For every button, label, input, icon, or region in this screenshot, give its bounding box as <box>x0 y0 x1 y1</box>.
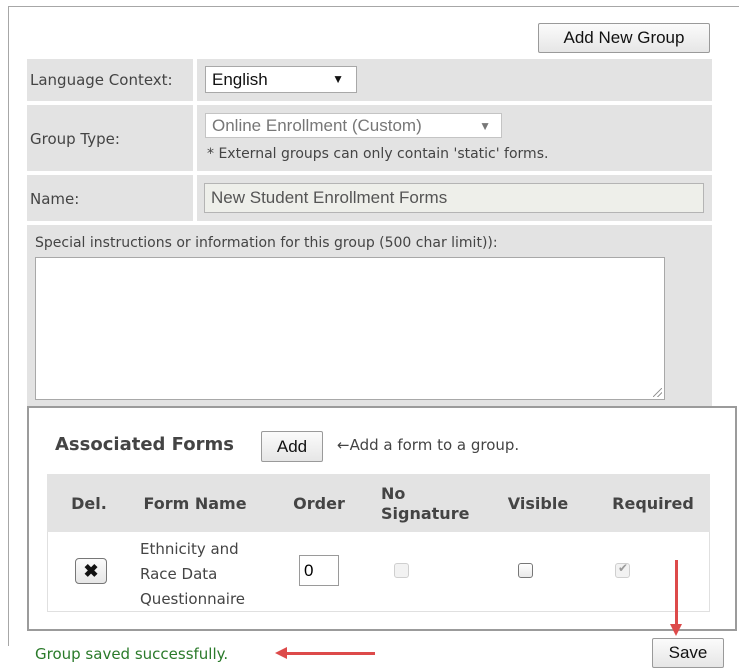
order-input[interactable] <box>299 555 339 586</box>
col-no-signature: No Signature <box>381 484 470 523</box>
visible-checkbox[interactable] <box>518 563 533 578</box>
add-form-button[interactable]: Add <box>261 431 323 462</box>
col-visible: Visible <box>507 494 569 513</box>
group-name-value: New Student Enrollment Forms <box>211 188 448 207</box>
chevron-down-icon: ▼ <box>479 119 491 133</box>
col-form-name: Form Name <box>143 494 247 513</box>
add-form-hint: ←Add a form to a group. <box>337 436 520 454</box>
group-type-label-cell: Group Type: <box>27 105 193 171</box>
close-icon: ✖ <box>83 560 99 581</box>
group-type-note: * External groups can only contain 'stat… <box>207 146 549 162</box>
table-row: ✖ Ethnicity and Race Data Questionnaire … <box>47 532 710 612</box>
group-type-label: Group Type: <box>30 130 120 148</box>
instructions-textarea[interactable] <box>35 257 665 400</box>
status-message: Group saved successfully. <box>35 645 229 663</box>
chevron-down-icon: ▼ <box>332 72 344 86</box>
language-select-value: English <box>212 69 268 89</box>
forms-table-header: Del. Form Name Order No Signature Visible… <box>47 474 710 532</box>
no-signature-checkbox[interactable] <box>394 563 409 578</box>
save-button[interactable]: Save <box>652 638 724 668</box>
language-context-label: Language Context: <box>30 71 173 89</box>
resize-grip-icon[interactable] <box>653 388 662 397</box>
name-value-cell: New Student Enrollment Forms <box>197 175 712 221</box>
name-label: Name: <box>30 190 80 208</box>
form-name-line: Race Data <box>140 565 218 583</box>
delete-row-button[interactable]: ✖ <box>75 558 107 584</box>
group-name-field: New Student Enrollment Forms <box>204 183 704 213</box>
annotation-arrowhead-icon <box>670 624 682 636</box>
language-context-label-cell: Language Context: <box>27 59 193 101</box>
form-name-cell: Ethnicity and Race Data Questionnaire <box>140 537 245 612</box>
instructions-wrapper <box>35 257 665 400</box>
group-type-select: Online Enrollment (Custom) ▼ <box>205 113 502 138</box>
associated-forms-section: Associated Forms Add ←Add a form to a gr… <box>27 406 737 631</box>
col-required: Required <box>612 494 694 513</box>
group-type-select-value: Online Enrollment (Custom) <box>212 115 422 135</box>
instructions-cell: Special instructions or information for … <box>27 225 712 408</box>
annotation-arrowhead-icon <box>275 647 287 659</box>
associated-forms-title: Associated Forms <box>55 434 234 455</box>
group-type-value-cell: Online Enrollment (Custom) ▼ * External … <box>197 105 712 171</box>
checkmark-icon: ✔ <box>618 561 629 575</box>
language-select[interactable]: English ▼ <box>205 66 357 93</box>
annotation-arrow-line <box>283 652 375 655</box>
col-order: Order <box>293 494 345 513</box>
language-context-value-cell: English ▼ <box>197 59 712 101</box>
annotation-arrow-line <box>675 560 678 628</box>
name-label-cell: Name: <box>27 175 193 221</box>
col-del: Del. <box>71 494 107 513</box>
form-name-line: Questionnaire <box>140 590 246 608</box>
instructions-label: Special instructions or information for … <box>35 235 498 251</box>
form-name-line: Ethnicity and <box>140 540 239 558</box>
add-new-group-button[interactable]: Add New Group <box>538 23 710 53</box>
required-checkbox: ✔ <box>615 561 630 578</box>
